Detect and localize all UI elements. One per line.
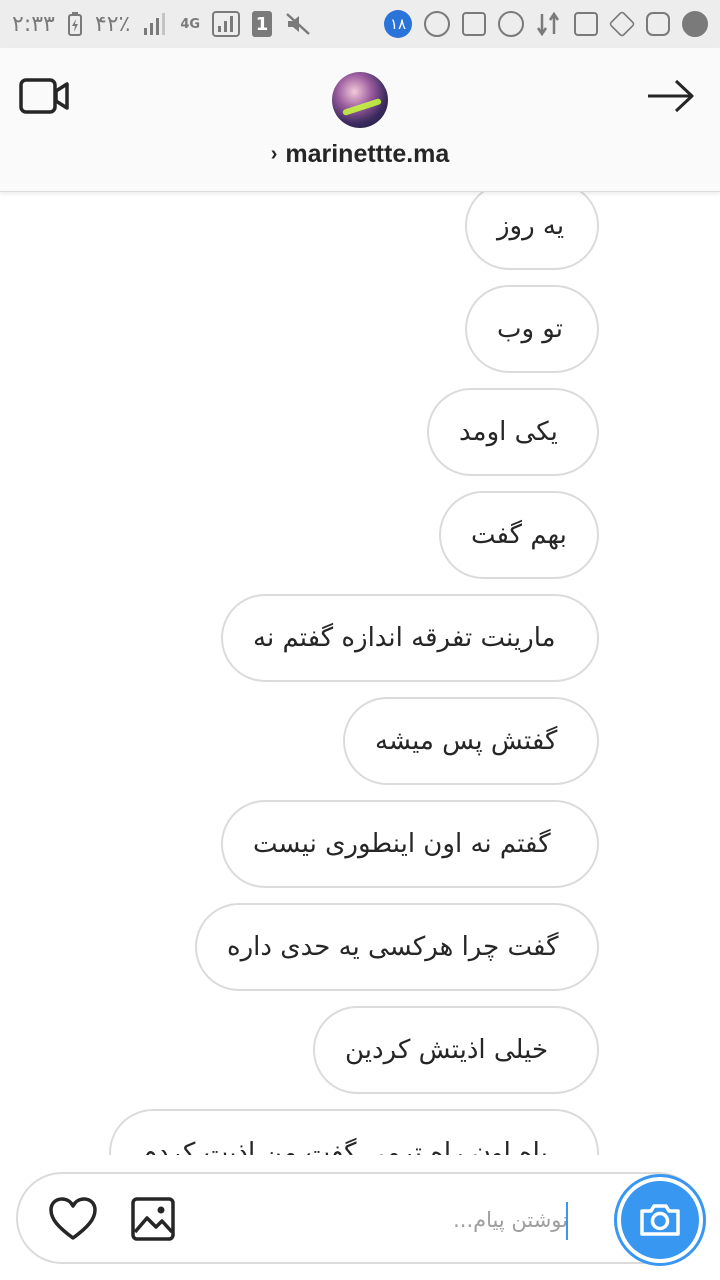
music-icon: [682, 10, 708, 38]
message-composer: [16, 1172, 704, 1264]
message-bubble[interactable]: یکی اومد: [427, 388, 599, 476]
message-list[interactable]: یه روز تو وب یکی اومد بهم گفت مارینت تفرقه ا…: [0, 192, 720, 1155]
username-button[interactable]: › marinettte.ma: [0, 140, 720, 169]
transfer-icon: [536, 10, 562, 38]
notification-badge: ۱۸: [384, 10, 412, 38]
message-text: تو وب: [497, 314, 563, 344]
message-bubble[interactable]: تو وب: [465, 285, 599, 373]
message-bubble[interactable]: گفتم نه اون اینطوری نیست: [221, 800, 599, 888]
video-call-button[interactable]: [18, 76, 72, 116]
like-button[interactable]: [48, 1196, 98, 1242]
battery-percent: ۴۲٪: [94, 11, 131, 37]
message-text: یکی اومد: [459, 417, 558, 447]
chat-header: › marinettte.ma: [0, 48, 720, 192]
avatar[interactable]: [332, 72, 388, 128]
gallery-notification-icon: [574, 10, 598, 38]
cube-icon: [608, 10, 636, 38]
camera-button[interactable]: [614, 1174, 706, 1266]
sim-slot-icon: 1: [252, 11, 273, 37]
app-notification-icon: [424, 10, 450, 38]
signal-box-icon: [212, 10, 241, 38]
vpn-icon: [498, 10, 524, 38]
username: marinettte.ma: [285, 140, 450, 168]
camera-inner: [621, 1181, 699, 1259]
message-bubble[interactable]: یه روز: [465, 192, 599, 270]
message-text: گفت چرا هرکسی یه حدی داره: [227, 932, 559, 962]
message-bubble[interactable]: باه اون راه ترمی گفت من اذیت کردم: [109, 1109, 599, 1155]
mute-icon: [284, 10, 312, 38]
status-right: ۱۸: [384, 10, 708, 38]
status-time: ۲:۳۳: [12, 11, 55, 37]
battery-icon: [67, 10, 83, 38]
instagram-icon: [646, 10, 670, 38]
forward-button[interactable]: [644, 76, 698, 116]
message-bubble[interactable]: گفت چرا هرکسی یه حدی داره: [195, 903, 599, 991]
message-bubble[interactable]: مارینت تفرقه اندازه گفتم نه: [221, 594, 599, 682]
message-text: مارینت تفرقه اندازه گفتم نه: [253, 623, 556, 653]
signal-icon: [142, 10, 168, 38]
chevron-icon: ›: [270, 143, 278, 165]
video-call-icon: [19, 78, 69, 114]
message-text: خیلی اذیتش کردین: [345, 1035, 549, 1065]
sim-slot-number: 1: [255, 13, 269, 35]
message-text: بهم گفت: [471, 520, 567, 550]
message-bubble[interactable]: بهم گفت: [439, 491, 599, 579]
forward-arrow-icon: [648, 79, 694, 113]
message-bubble[interactable]: گفتش پس میشه: [343, 697, 599, 785]
download-icon: [462, 10, 486, 38]
message-input[interactable]: [198, 1198, 568, 1242]
network-type: 4G: [180, 16, 201, 32]
message-text: گفتم نه اون اینطوری نیست: [253, 829, 551, 859]
status-left: ۲:۳۳ ۴۲٪ 4G 1: [12, 10, 312, 38]
message-text: یه روز: [497, 211, 565, 241]
message-text: باه اون راه ترمی گفت من اذیت کردم: [141, 1138, 548, 1155]
status-bar: ۲:۳۳ ۴۲٪ 4G 1 ۱۸: [0, 0, 720, 48]
gallery-icon: [131, 1197, 175, 1241]
gallery-button[interactable]: [130, 1196, 176, 1242]
message-bubble[interactable]: خیلی اذیتش کردین: [313, 1006, 599, 1094]
message-text: گفتش پس میشه: [375, 726, 558, 756]
camera-icon: [640, 1204, 680, 1236]
heart-icon: [49, 1197, 97, 1240]
text-cursor: [566, 1202, 568, 1240]
